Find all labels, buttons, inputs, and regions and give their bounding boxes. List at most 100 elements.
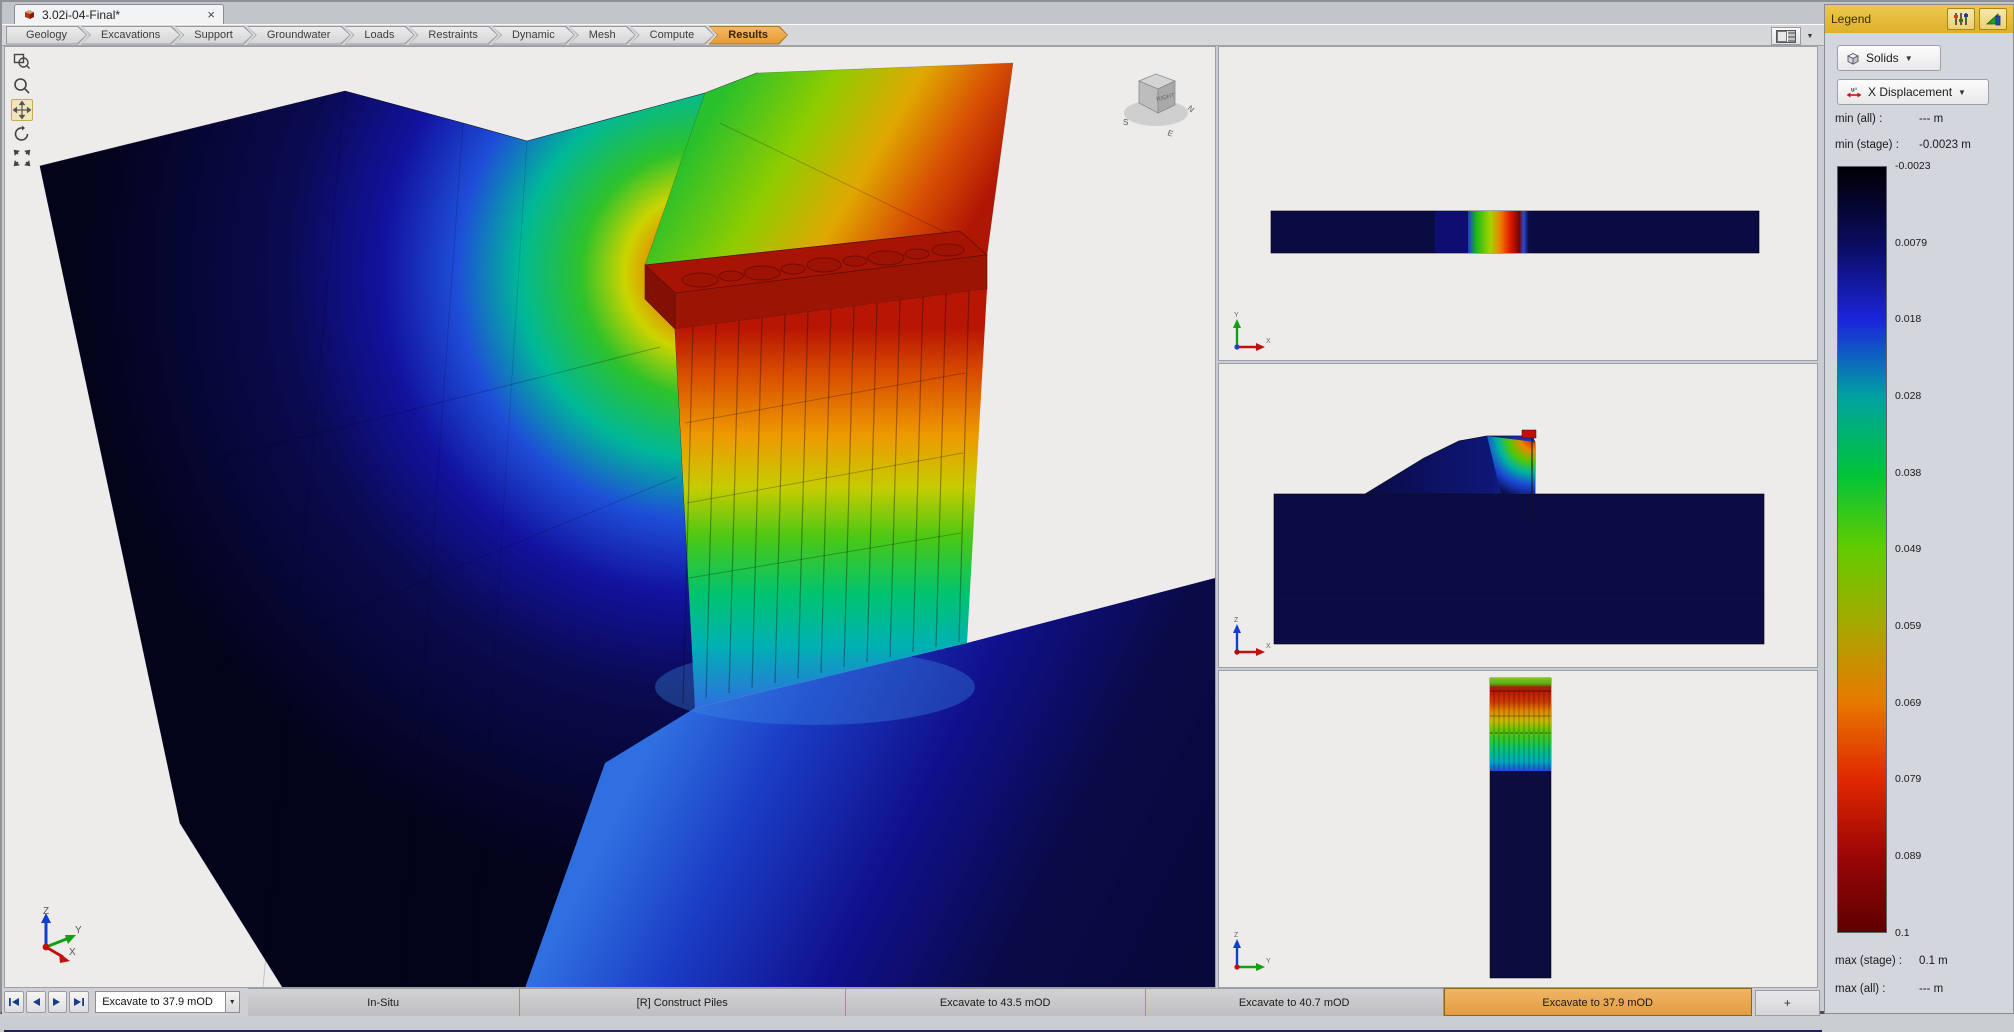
model-3d-render bbox=[5, 47, 1215, 987]
workspace: RIGHT S E N Z Y X bbox=[4, 46, 2014, 988]
plan-view-render: Y X bbox=[1219, 47, 1817, 360]
min-all-row: min (all) :--- m bbox=[1835, 113, 1943, 125]
zoom-window-icon[interactable] bbox=[11, 51, 33, 73]
document-tabbar: 3.02i-04-Final* × bbox=[2, 2, 2014, 24]
svg-text:Y: Y bbox=[1266, 958, 1271, 965]
min-all-value: --- m bbox=[1919, 113, 1943, 125]
stage-selector-arrow[interactable]: ▼ bbox=[226, 991, 240, 1013]
scale-tick: 0.089 bbox=[1895, 850, 1921, 862]
legend-header: Legend bbox=[1825, 5, 2013, 33]
color-scale-bar bbox=[1837, 166, 1887, 933]
ribbon-tab-results[interactable]: Results bbox=[708, 26, 788, 45]
layout-dropdown-arrow[interactable]: ▼ bbox=[1804, 27, 1816, 45]
ribbon-tab-mesh[interactable]: Mesh bbox=[569, 26, 636, 45]
ribbon-tab-compute[interactable]: Compute bbox=[630, 26, 715, 45]
stage-bar: Excavate to 37.9 mOD ▼ In-Situ [R] Const… bbox=[2, 988, 1820, 1016]
viewport-toolbar bbox=[11, 51, 35, 169]
max-all-row: max (all) :--- m bbox=[1835, 983, 1943, 995]
svg-text:Y: Y bbox=[75, 925, 82, 936]
svg-text:Z: Z bbox=[1234, 932, 1239, 939]
scale-tick: -0.0023 bbox=[1895, 160, 1931, 172]
legend-panel: Legend bbox=[1824, 4, 2014, 1014]
solid-box-icon bbox=[1846, 52, 1860, 65]
section-view-render: Z X bbox=[1219, 364, 1817, 667]
stage-tab-excavate-43-5[interactable]: Excavate to 43.5 mOD bbox=[846, 988, 1146, 1016]
solids-dropdown-label: Solids bbox=[1866, 51, 1899, 65]
ribbon-tab-dynamic[interactable]: Dynamic bbox=[492, 26, 575, 45]
document-title: 3.02i-04-Final* bbox=[42, 8, 120, 22]
stage-tab-excavate-40-7[interactable]: Excavate to 40.7 mOD bbox=[1146, 988, 1444, 1016]
pan-icon[interactable] bbox=[11, 99, 33, 121]
axis-triad-plan: Y X bbox=[1233, 312, 1271, 351]
display-options-button[interactable] bbox=[1947, 8, 1975, 30]
workflow-ribbon: Geology Excavations Support Groundwater … bbox=[2, 24, 2014, 46]
scale-tick: 0.059 bbox=[1895, 620, 1921, 632]
scale-tick: 0.018 bbox=[1895, 313, 1921, 325]
ribbon-tab-groundwater[interactable]: Groundwater bbox=[247, 26, 351, 45]
last-stage-button[interactable] bbox=[69, 991, 89, 1013]
scale-tick: 0.028 bbox=[1895, 390, 1921, 402]
ribbon-tab-restraints[interactable]: Restraints bbox=[408, 26, 498, 45]
viewport-layout-button[interactable] bbox=[1771, 27, 1801, 45]
min-stage-row: min (stage) :-0.0023 m bbox=[1835, 139, 1971, 151]
stage-selector[interactable]: Excavate to 37.9 mOD bbox=[95, 991, 226, 1013]
scale-tick: 0.038 bbox=[1895, 467, 1921, 479]
svg-text:X: X bbox=[1266, 338, 1271, 345]
zoom-extents-icon[interactable] bbox=[11, 147, 33, 169]
view-cube[interactable]: RIGHT S E N bbox=[1115, 63, 1197, 139]
stage-selector-value: Excavate to 37.9 mOD bbox=[102, 996, 213, 1008]
rotate-icon[interactable] bbox=[11, 123, 33, 145]
ribbon-tab-support[interactable]: Support bbox=[174, 26, 253, 45]
app-window: 3.02i-04-Final* × Geology Excavations Su… bbox=[0, 0, 2014, 1014]
svg-text:Z: Z bbox=[43, 906, 49, 917]
chevron-down-icon: ▼ bbox=[1905, 54, 1913, 63]
stage-tab-excavate-37-9[interactable]: Excavate to 37.9 mOD bbox=[1444, 988, 1752, 1016]
max-all-value: --- m bbox=[1919, 983, 1943, 995]
scale-tick: 0.1 bbox=[1895, 927, 1910, 939]
chevron-down-icon: ▼ bbox=[1958, 88, 1966, 97]
x-displacement-icon: u x bbox=[1846, 86, 1862, 99]
axis-triad-main: Z Y X bbox=[31, 905, 87, 965]
zoom-icon[interactable] bbox=[11, 75, 33, 97]
contour-icon bbox=[1985, 12, 2001, 26]
solids-dropdown[interactable]: Solids ▼ bbox=[1837, 45, 1941, 71]
stage-tab-insitu[interactable]: In-Situ bbox=[248, 988, 520, 1016]
axis-triad-section: Z X bbox=[1233, 617, 1271, 656]
svg-text:X: X bbox=[1266, 643, 1271, 650]
viewport-section[interactable]: Z X bbox=[1218, 363, 1818, 668]
axis-triad-front: Z Y bbox=[1233, 932, 1271, 971]
stage-tabs: In-Situ [R] Construct Piles Excavate to … bbox=[248, 988, 1752, 1016]
next-stage-button[interactable] bbox=[48, 991, 68, 1013]
compass-s-label: S bbox=[1123, 118, 1128, 127]
scale-tick: 0.079 bbox=[1895, 773, 1921, 785]
first-stage-button[interactable] bbox=[4, 991, 24, 1013]
ribbon-tab-loads[interactable]: Loads bbox=[344, 26, 414, 45]
compass-e-label: E bbox=[1166, 128, 1174, 138]
ribbon-tab-excavations[interactable]: Excavations bbox=[81, 26, 180, 45]
min-stage-value: -0.0023 m bbox=[1919, 139, 1971, 151]
scale-tick: 0.069 bbox=[1895, 697, 1921, 709]
stage-tab-construct-piles[interactable]: [R] Construct Piles bbox=[520, 988, 846, 1016]
scale-tick: 0.049 bbox=[1895, 543, 1921, 555]
previous-stage-button[interactable] bbox=[26, 991, 46, 1013]
max-stage-row: max (stage) :0.1 m bbox=[1835, 955, 1948, 967]
svg-text:X: X bbox=[69, 947, 76, 958]
layout-panes-icon bbox=[1776, 30, 1796, 43]
contour-range-button[interactable] bbox=[1979, 8, 2007, 30]
svg-text:Y: Y bbox=[1234, 312, 1239, 319]
legend-title: Legend bbox=[1831, 12, 1871, 26]
front-view-render: Z Y bbox=[1219, 671, 1817, 987]
svg-text:Z: Z bbox=[1234, 617, 1239, 624]
sliders-icon bbox=[1953, 12, 1969, 26]
ribbon-tab-geology[interactable]: Geology bbox=[6, 26, 87, 45]
viewport-plan[interactable]: Y X bbox=[1218, 46, 1818, 361]
add-stage-button[interactable]: + bbox=[1755, 990, 1820, 1016]
svg-text:x: x bbox=[1855, 86, 1858, 91]
viewport-front[interactable]: Z Y bbox=[1218, 670, 1818, 988]
model-file-icon bbox=[23, 8, 36, 21]
close-icon[interactable]: × bbox=[207, 7, 215, 22]
viewport-3d[interactable]: RIGHT S E N Z Y X bbox=[4, 46, 1216, 988]
document-tab[interactable]: 3.02i-04-Final* × bbox=[14, 4, 224, 24]
result-type-dropdown[interactable]: u x X Displacement ▼ bbox=[1837, 79, 1989, 105]
max-stage-value: 0.1 m bbox=[1919, 955, 1948, 967]
